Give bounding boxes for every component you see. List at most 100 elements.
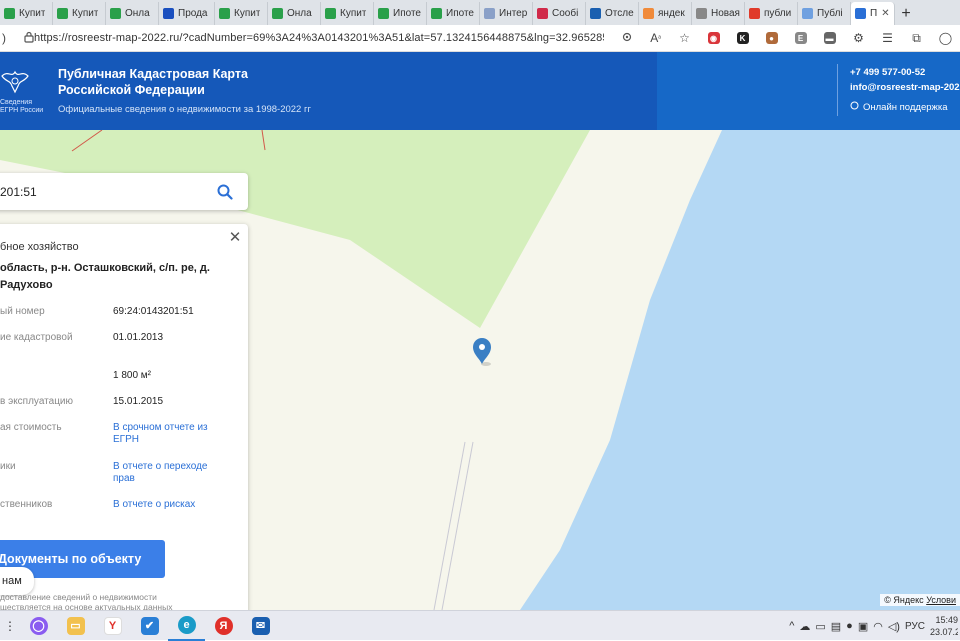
- close-tab-icon[interactable]: ✕: [881, 8, 889, 19]
- email-link[interactable]: info@rosreestr-map-2022: [850, 82, 960, 93]
- online-support-label: Онлайн поддержка: [863, 101, 948, 113]
- emblem-caption-line-2: ЕГРН России: [0, 107, 44, 114]
- alice-app-icon[interactable]: ◯: [20, 611, 57, 641]
- tray-chevron-icon[interactable]: ^: [789, 620, 794, 632]
- tray-battery-icon[interactable]: ▭: [815, 620, 825, 633]
- browser-tab[interactable]: Публі: [798, 2, 851, 25]
- close-icon[interactable]: ✕: [228, 229, 242, 246]
- browser-tab-label: Онла: [287, 8, 312, 19]
- browser-tab[interactable]: Купит: [53, 2, 106, 25]
- read-aloud-icon[interactable]: Aᵃ: [641, 27, 670, 49]
- browser-tab[interactable]: Ипоте: [374, 2, 427, 25]
- extensions-icon[interactable]: ⚙: [844, 27, 873, 49]
- tray-security-icon[interactable]: ▤: [831, 620, 841, 633]
- browser-tab-label: Купит: [19, 8, 46, 19]
- mail-app-icon[interactable]: ✉: [242, 611, 279, 641]
- browser-tab-label: Отсле: [605, 8, 634, 19]
- location-icon[interactable]: [612, 27, 641, 49]
- browser-tab[interactable]: Прода: [159, 2, 215, 25]
- tab-site-icon: [590, 8, 601, 19]
- tab-site-icon: [163, 8, 174, 19]
- browser-tab[interactable]: Онла: [106, 2, 159, 25]
- chat-icon: [850, 101, 859, 113]
- browser-tab[interactable]: Новая: [692, 2, 745, 25]
- field-label-cadastral-number: ый номер: [0, 306, 45, 317]
- taskview-fragment-icon[interactable]: ⋮: [0, 611, 20, 641]
- extension-red-icon[interactable]: ◉: [699, 27, 728, 49]
- extension-hat-icon[interactable]: ▬: [815, 27, 844, 49]
- browser-tab-label: Ипоте: [446, 8, 474, 19]
- tasks-app-icon[interactable]: ✔: [131, 611, 168, 641]
- transfer-report-link[interactable]: В отчете о переходе прав: [113, 461, 213, 485]
- collections-icon[interactable]: ⧉: [902, 27, 931, 49]
- map-terms-link[interactable]: Услови: [926, 595, 956, 605]
- property-address: область, р-н. Осташковский, с/п. ре, д. …: [0, 262, 210, 291]
- online-support-link[interactable]: Онлайн поддержка: [850, 101, 948, 113]
- browser-tab[interactable]: Ипоте: [427, 2, 480, 25]
- tab-site-icon: [537, 8, 548, 19]
- tray-microphone-icon[interactable]: ●: [846, 620, 853, 632]
- tray-cloud-icon[interactable]: ☁: [799, 620, 810, 633]
- tab-site-icon: [749, 8, 760, 19]
- search-icon[interactable]: [210, 177, 240, 207]
- browser-tab-label: Новая: [711, 8, 740, 19]
- browser-tab[interactable]: П ✕: [851, 2, 895, 25]
- land-category: бное хозяйство: [0, 241, 79, 253]
- map-track-line: [441, 441, 474, 610]
- new-tab-button[interactable]: +: [895, 2, 917, 25]
- tray-volume-icon[interactable]: ◁): [888, 620, 900, 633]
- browser-tab-label: Публі: [817, 8, 843, 19]
- browser-tab-label: публи: [764, 8, 792, 19]
- extension-k-icon[interactable]: K: [728, 27, 757, 49]
- field-value-area: 1 800 м²: [113, 370, 152, 381]
- favorites-bar-icon[interactable]: ☰: [873, 27, 902, 49]
- lock-icon[interactable]: [23, 31, 34, 46]
- tab-site-icon: [378, 8, 389, 19]
- file-explorer-icon[interactable]: ▭: [57, 611, 94, 641]
- tray-wifi-icon[interactable]: ◠: [873, 620, 883, 633]
- browser-tab[interactable]: Купит: [321, 2, 374, 25]
- keyboard-language[interactable]: РУС: [905, 621, 925, 632]
- address-bar-url[interactable]: https://rosreestr-map-2022.ru/?cadNumber…: [34, 32, 604, 44]
- browser-tab[interactable]: Купит: [0, 2, 53, 25]
- system-tray: ^ ☁ ▭ ▤ ● ▣ ◠ ◁) РУС 15:49 23.07.20: [789, 611, 960, 641]
- site-title[interactable]: Публичная Кадастровая Карта Российской Ф…: [58, 66, 298, 98]
- back-button-fragment[interactable]: ): [0, 31, 9, 45]
- site-subtitle: Официальные сведения о недвижимости за 1…: [58, 104, 311, 115]
- write-to-us-chip[interactable]: нам: [0, 567, 34, 595]
- system-clock[interactable]: 15:49 23.07.20: [930, 614, 958, 638]
- browser-tab[interactable]: Сообі: [533, 2, 586, 25]
- cadastral-search-input[interactable]: [0, 184, 210, 199]
- urgent-report-link[interactable]: В срочном отчете из ЕГРН: [113, 422, 213, 446]
- field-label-cadastral-value: ая стоимость: [0, 422, 62, 433]
- profile-icon[interactable]: ◯: [931, 27, 960, 49]
- tab-site-icon: [4, 8, 15, 19]
- edge-browser-icon[interactable]: e: [168, 611, 205, 641]
- phone-link[interactable]: +7 499 577-00-52: [850, 67, 925, 78]
- browser-tab[interactable]: Онла: [268, 2, 321, 25]
- browser-tab[interactable]: Отсле: [586, 2, 639, 25]
- tab-site-icon: [431, 8, 442, 19]
- browser-tab-label: П: [870, 8, 878, 19]
- browser-tab[interactable]: яндек: [639, 2, 692, 25]
- browser-tab-label: Купит: [340, 8, 367, 19]
- extension-person-icon[interactable]: ●: [757, 27, 786, 49]
- yandex-app-icon[interactable]: Я: [205, 611, 242, 641]
- browser-toolbar: ) https://rosreestr-map-2022.ru/?cadNumb…: [0, 25, 960, 52]
- browser-tab[interactable]: Купит: [215, 2, 268, 25]
- risk-report-link[interactable]: В отчете о рисках: [113, 499, 195, 511]
- favorite-icon[interactable]: ☆: [670, 27, 699, 49]
- browser-tab-label: Купит: [234, 8, 261, 19]
- tab-site-icon: [484, 8, 495, 19]
- tab-site-icon: [219, 8, 230, 19]
- browser-tab[interactable]: Интер: [480, 2, 533, 25]
- yandex-browser-icon[interactable]: Y: [94, 611, 131, 641]
- header-divider: [837, 64, 838, 116]
- windows-taskbar: ⋮ ◯ ▭ Y ✔ e Я ✉ ^ ☁ ▭ ▤ ● ▣ ◠ ◁) РУС 15:…: [0, 610, 960, 641]
- cadastral-search-box: [0, 173, 248, 210]
- field-value-cadastral-date: 01.01.2013: [113, 332, 164, 343]
- tray-save-icon[interactable]: ▣: [858, 620, 868, 633]
- browser-tab-label: Ипоте: [393, 8, 421, 19]
- extension-e-icon[interactable]: E: [786, 27, 815, 49]
- browser-tab[interactable]: публи: [745, 2, 798, 25]
